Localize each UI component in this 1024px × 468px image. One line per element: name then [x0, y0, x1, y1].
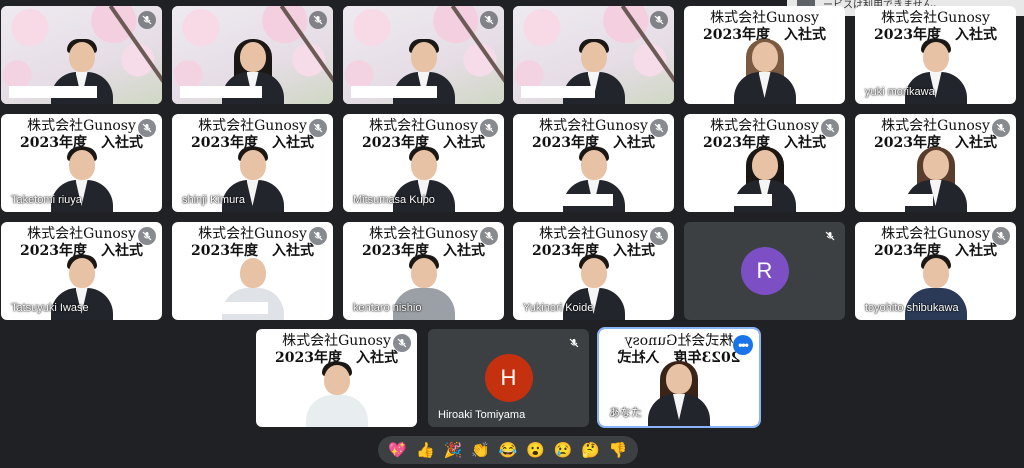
- participant-tile[interactable]: 株式会社Gunosy 2023年度 入社式 Mitsumasa Kubo: [343, 114, 504, 212]
- party-popper-reaction-icon[interactable]: 🎉: [444, 441, 463, 459]
- participant-name: Taketomi riuya: [11, 194, 82, 206]
- mic-muted-icon: [138, 119, 156, 137]
- mic-muted-icon: [138, 11, 156, 29]
- redacted-name: [692, 194, 772, 206]
- participant-tile[interactable]: [1, 6, 162, 104]
- participant-tile[interactable]: R: [684, 222, 845, 320]
- participant-tile[interactable]: H Hiroaki Tomiyama: [428, 329, 589, 427]
- redacted-name: [180, 302, 268, 314]
- participant-name: toyohito shibukawa: [865, 302, 959, 314]
- mic-muted-icon: [650, 227, 668, 245]
- mic-muted-icon: [480, 227, 498, 245]
- thumbs-up-reaction-icon[interactable]: 👍: [416, 441, 435, 459]
- mic-muted-icon: [480, 11, 498, 29]
- participant-tile[interactable]: 株式会社Gunosy 2023年度 入社式: [684, 114, 845, 212]
- mic-muted-icon: [821, 227, 839, 245]
- participant-name: Yukinori Koide: [523, 302, 594, 314]
- self-name: あなた: [609, 407, 642, 419]
- avatar: H: [484, 354, 533, 402]
- redacted-name: [863, 194, 933, 206]
- participant-name: Hiroaki Tomiyama: [438, 409, 526, 421]
- redacted-name: [351, 86, 437, 98]
- participant-name: kentaro nishio: [353, 302, 422, 314]
- surprised-reaction-icon[interactable]: 😮: [526, 441, 545, 459]
- participant-tile[interactable]: 株式会社Gunosy 2023年度 入社式: [172, 222, 333, 320]
- mic-muted-icon: [309, 119, 327, 137]
- participant-tile[interactable]: [172, 6, 333, 104]
- participant-tile[interactable]: 株式会社Gunosy 2023年度 入社式: [855, 114, 1016, 212]
- mic-muted-icon: [309, 11, 327, 29]
- more-options-icon[interactable]: •••: [733, 335, 753, 355]
- participant-tile[interactable]: [513, 6, 674, 104]
- mic-muted-icon: [821, 119, 839, 137]
- participant-name: shinji Kimura: [182, 194, 245, 206]
- participant-tile[interactable]: 株式会社Gunosy 2023年度 入社式 toyohito shibukawa: [855, 222, 1016, 320]
- avatar: R: [740, 247, 789, 295]
- sign-line-1: 株式会社Gunosy: [710, 10, 819, 26]
- self-view-tile[interactable]: 株式会社Gunosy 2023年度 入社式 ••• あなた: [597, 327, 761, 428]
- self-video: [644, 361, 714, 426]
- participant-tile[interactable]: 株式会社Gunosy 2023年度 入社式: [256, 329, 417, 427]
- mic-muted-icon: [992, 227, 1010, 245]
- laugh-reaction-icon[interactable]: 😂: [499, 441, 518, 459]
- participant-tile[interactable]: 株式会社Gunosy 2023年度 入社式 shinji Kimura: [172, 114, 333, 212]
- redacted-name: [180, 86, 262, 98]
- clap-reaction-icon[interactable]: 👏: [471, 441, 490, 459]
- mic-muted-icon: [138, 227, 156, 245]
- heart-reaction-icon[interactable]: 💖: [388, 441, 407, 459]
- sign-line-1: 株式会社Gunosy: [881, 10, 990, 26]
- mic-muted-icon: [480, 119, 498, 137]
- thinking-reaction-icon[interactable]: 🤔: [581, 441, 600, 459]
- mic-muted-icon: [650, 119, 668, 137]
- participant-tile[interactable]: 株式会社Gunosy 2023年度 入社式: [513, 114, 674, 212]
- mic-muted-icon: [992, 119, 1010, 137]
- redacted-name: [521, 194, 613, 206]
- participant-tile[interactable]: 株式会社Gunosy 2023年度 入社式 Tatsuyuki Iwase: [1, 222, 162, 320]
- participant-tile[interactable]: 株式会社Gunosy 2023年度 入社式 yuki morikawa: [855, 6, 1016, 104]
- participant-name: yuki morikawa: [865, 86, 935, 98]
- participant-tile[interactable]: [343, 6, 504, 104]
- participant-name: Tatsuyuki Iwase: [11, 302, 89, 314]
- participant-tile[interactable]: 株式会社Gunosy 2023年度 入社式 Yukinori Koide: [513, 222, 674, 320]
- mic-muted-icon: [650, 11, 668, 29]
- redacted-name: [9, 86, 97, 98]
- participant-video: [730, 39, 800, 104]
- reactions-bar: 💖 👍 🎉 👏 😂 😮 😢 🤔 👎: [378, 436, 638, 464]
- mic-muted-icon: [309, 227, 327, 245]
- participant-name: Mitsumasa Kubo: [353, 194, 435, 206]
- mic-muted-icon: [393, 334, 411, 352]
- thumbs-down-reaction-icon[interactable]: 👎: [609, 441, 628, 459]
- company-sign: 株式会社Gunosy 2023年度 入社式: [172, 226, 333, 260]
- sad-reaction-icon[interactable]: 😢: [554, 441, 573, 459]
- mic-muted-icon: [565, 334, 583, 352]
- redacted-name: [521, 86, 595, 98]
- participant-tile[interactable]: 株式会社Gunosy 2023年度 入社式: [684, 6, 845, 104]
- participant-tile[interactable]: 株式会社Gunosy 2023年度 入社式 kentaro nishio: [343, 222, 504, 320]
- participant-tile[interactable]: 株式会社Gunosy 2023年度 入社式 Taketomi riuya: [1, 114, 162, 212]
- participant-video: [302, 362, 372, 427]
